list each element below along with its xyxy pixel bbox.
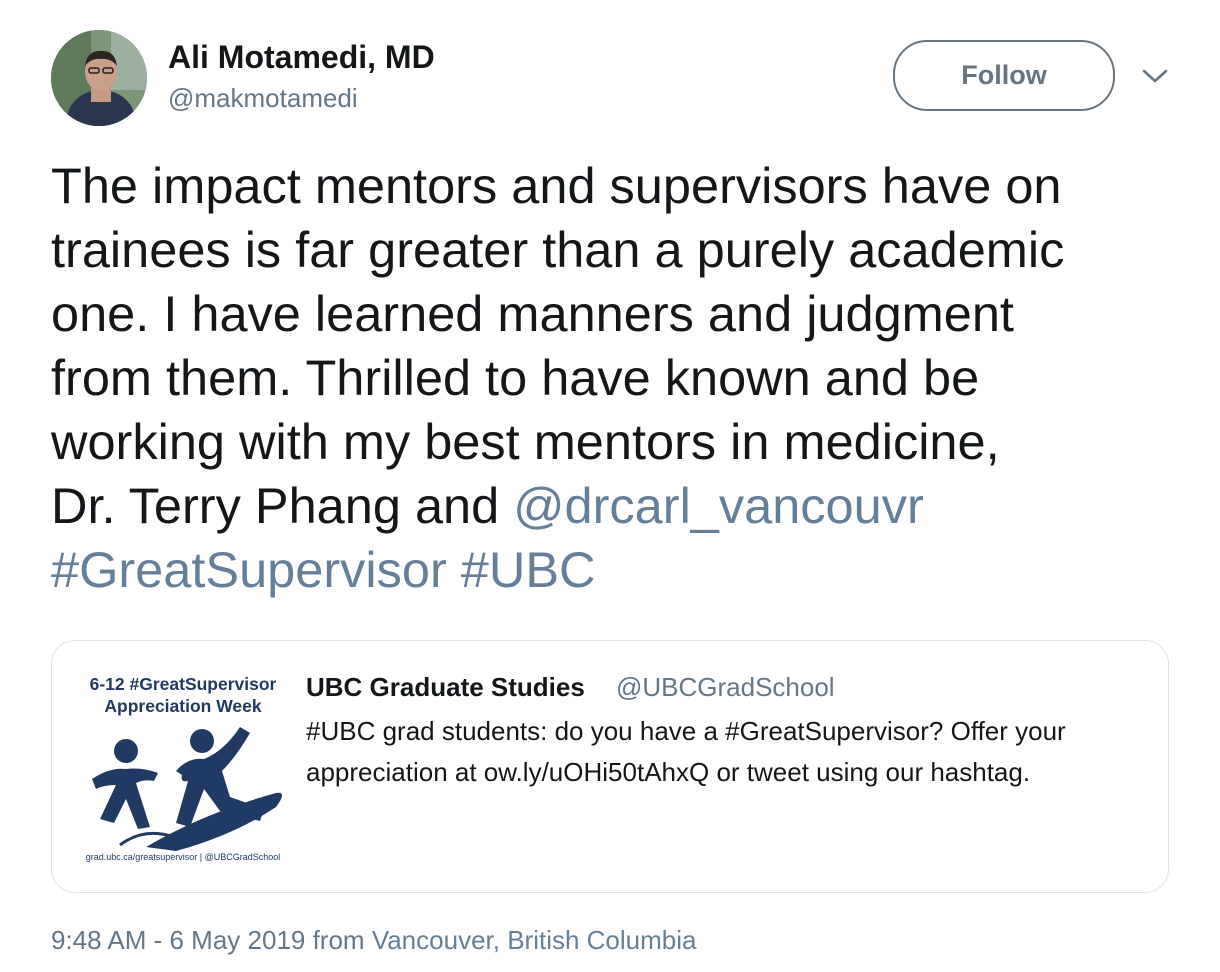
hashtag-greatsupervisor-link[interactable]: #GreatSupervisor bbox=[51, 541, 447, 598]
hashtag-line: #GreatSupervisor #UBC bbox=[51, 538, 1191, 602]
tweet-text-line: one. I have learned manners and judgment bbox=[51, 285, 1014, 342]
quoted-tweet-image: 6-12 #GreatSupervisor Appreciation Week … bbox=[72, 667, 294, 867]
mention-link[interactable]: @drcarl_vancouvr bbox=[513, 477, 924, 534]
tweet-timestamp: 9:48 AM - 6 May 2019 from Vancouver, Bri… bbox=[51, 923, 696, 957]
image-title: 6-12 #GreatSupervisor Appreciation Week bbox=[72, 673, 294, 717]
quoted-author-display-name: UBC Graduate Studies bbox=[306, 672, 585, 702]
chevron-down-icon[interactable] bbox=[1141, 66, 1169, 86]
avatar-photo bbox=[51, 30, 147, 126]
author-display-name[interactable]: Ali Motamedi, MD bbox=[168, 38, 435, 76]
hashtag-ubc-link[interactable]: #UBC bbox=[461, 541, 596, 598]
avatar[interactable] bbox=[51, 30, 147, 126]
quoted-tweet-text: #UBC grad students: do you have a #Great… bbox=[306, 711, 1066, 793]
tweet-text-line: The impact mentors and supervisors have … bbox=[51, 157, 1062, 214]
timestamp-text[interactable]: 9:48 AM - 6 May 2019 from bbox=[51, 925, 372, 955]
tweet-text-segment: Dr. Terry Phang and bbox=[51, 477, 514, 534]
tweet-text-line: working with my best mentors in medicine… bbox=[51, 413, 1000, 470]
tweet-text-line-6: Dr. Terry Phang and @drcarl_vancouvr bbox=[51, 474, 1191, 538]
quoted-tweet-card[interactable]: 6-12 #GreatSupervisor Appreciation Week … bbox=[51, 640, 1169, 893]
quoted-tweet-text-line: #UBC grad students: do you have a #Great… bbox=[306, 716, 1066, 746]
location-link[interactable]: Vancouver, British Columbia bbox=[372, 925, 697, 955]
author-handle[interactable]: @makmotamedi bbox=[168, 82, 358, 114]
image-title-line: Appreciation Week bbox=[104, 696, 262, 716]
tweet-text-line: from them. Thrilled to have known and be bbox=[51, 349, 980, 406]
image-title-line: 6-12 #GreatSupervisor bbox=[89, 674, 277, 694]
ubc-figures-logo bbox=[92, 727, 282, 851]
tweet-text: The impact mentors and supervisors have … bbox=[51, 154, 1191, 602]
follow-button[interactable]: Follow bbox=[893, 40, 1115, 111]
quoted-tweet-text-line: appreciation at ow.ly/uOHi50tAhxQ or twe… bbox=[306, 757, 1031, 787]
tweet-text-line: trainees is far greater than a purely ac… bbox=[51, 221, 1065, 278]
image-caption: grad.ubc.ca/greatsupervisor | @UBCGradSc… bbox=[85, 852, 281, 862]
quoted-author-handle: @UBCGradSchool bbox=[616, 672, 835, 702]
